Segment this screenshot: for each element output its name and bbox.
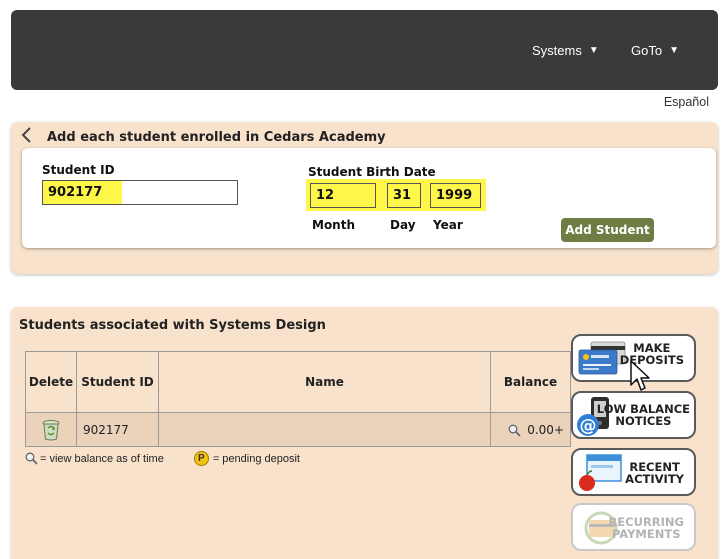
add-student-panel: Add each student enrolled in Cedars Acad… [11, 122, 718, 274]
legend: = view balance as of time P = pending de… [25, 451, 300, 466]
student-id-input[interactable]: 902177 [42, 180, 238, 205]
associated-students-title: Students associated with Systems Design [19, 318, 326, 333]
delete-cell [25, 412, 77, 447]
student-id-value: 902177 [48, 185, 103, 200]
day-input[interactable]: 31 [387, 183, 421, 208]
column-header-name: Name [158, 351, 491, 413]
recurring-payments-button[interactable]: RECURRING PAYMENTS [571, 503, 696, 551]
table-header-row: Delete Student ID Name Balance [25, 351, 571, 413]
low-balance-line2: NOTICES [615, 414, 672, 428]
chevron-left-icon[interactable] [20, 126, 32, 147]
goto-menu-label: GoTo [631, 43, 663, 58]
column-header-delete: Delete [25, 351, 77, 413]
add-student-button[interactable]: Add Student [561, 218, 654, 242]
add-student-form: Student ID 902177 Student Birth Date 12 … [22, 148, 716, 248]
name-cell [158, 412, 491, 447]
add-student-title: Add each student enrolled in Cedars Acad… [47, 130, 386, 145]
low-balance-notices-button[interactable]: @ LOW BALANCE NOTICES [571, 391, 696, 439]
balance-value: 0.00+ [527, 422, 564, 437]
recurring-payments-line2: PAYMENTS [611, 527, 681, 541]
mouse-pointer-icon [630, 360, 650, 391]
recent-activity-label: RECENT ACTIVITY [625, 461, 684, 485]
student-id-label: Student ID [42, 163, 115, 177]
recurring-payments-label: RECURRING PAYMENTS [608, 516, 684, 540]
caret-down-icon: ▼ [588, 45, 599, 56]
magnifier-icon[interactable] [508, 424, 521, 437]
window-apple-icon [579, 454, 622, 491]
magnifier-icon [25, 452, 38, 465]
legend-pending-text: = pending deposit [212, 452, 300, 465]
systems-menu[interactable]: Systems ▼ [532, 43, 599, 58]
trash-icon[interactable] [41, 419, 61, 441]
year-label: Year [433, 218, 463, 232]
students-table: Delete Student ID Name Balance 902177 0.… [25, 351, 571, 447]
language-link[interactable]: Español [664, 95, 709, 109]
birth-date-label: Student Birth Date [308, 165, 436, 179]
low-balance-notices-label: LOW BALANCE NOTICES [597, 403, 690, 427]
column-header-student-id: Student ID [76, 351, 159, 413]
balance-cell: 0.00+ [490, 412, 571, 447]
year-input[interactable]: 1999 [430, 183, 481, 208]
top-nav-bar: Systems ▼ GoTo ▼ [11, 10, 718, 90]
column-header-balance: Balance [490, 351, 571, 413]
recent-activity-button[interactable]: RECENT ACTIVITY [571, 448, 696, 496]
svg-text:@: @ [580, 416, 597, 436]
student-id-cell: 902177 [76, 412, 159, 447]
goto-menu[interactable]: GoTo ▼ [631, 43, 679, 58]
month-label: Month [312, 218, 356, 232]
pending-icon: P [193, 451, 209, 466]
recent-activity-line2: ACTIVITY [625, 472, 684, 486]
legend-view-text: = view balance as of time [40, 452, 164, 465]
day-label: Day [390, 218, 416, 232]
systems-menu-label: Systems [532, 43, 582, 58]
table-row: 902177 0.00+ [25, 412, 571, 447]
month-input[interactable]: 12 [310, 183, 376, 208]
caret-down-icon: ▼ [669, 45, 679, 56]
